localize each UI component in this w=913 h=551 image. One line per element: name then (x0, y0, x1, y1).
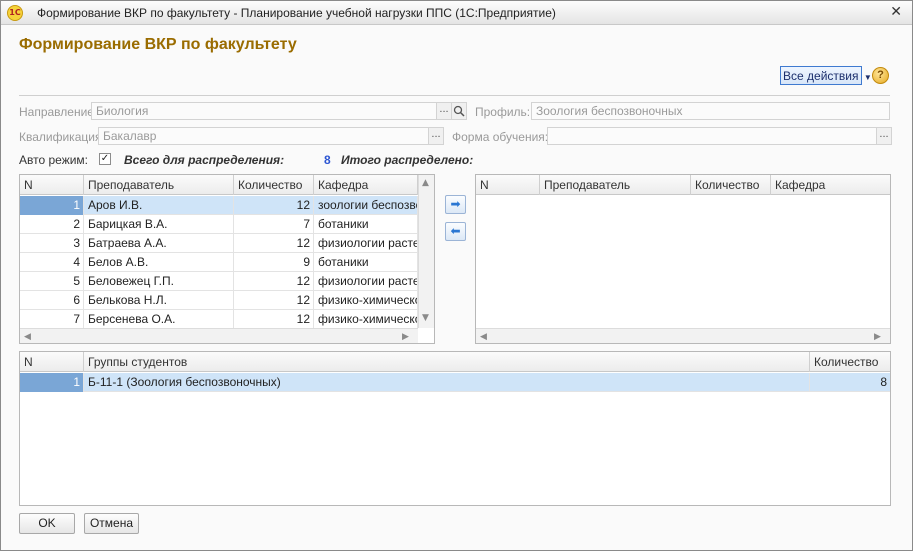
move-right-button[interactable]: ➡ (445, 195, 466, 214)
vertical-scrollbar[interactable]: ▲ ▼ (418, 175, 434, 328)
total-value: 8 (324, 153, 331, 167)
distributed-table: N Преподаватель Количество Кафедра ◀ ▶ (475, 174, 891, 344)
teacher-count: 9 (234, 253, 314, 272)
table-row[interactable]: 5Беловежец Г.П.12физиологии растений (20, 272, 418, 291)
column-header[interactable]: Кафедра (314, 175, 418, 195)
scroll-right-icon[interactable]: ▶ (402, 332, 409, 342)
row-number: 1 (20, 196, 84, 215)
table-row[interactable]: 2 Барицкая В.А. 7 ботаники (20, 215, 418, 234)
direction-label: Направление: (19, 105, 98, 119)
teacher-name: Белькова Н.Л. (84, 291, 234, 310)
arrow-left-icon: ⬅ (450, 224, 461, 238)
auto-mode-label: Авто режим: (19, 153, 89, 167)
teacher-department: физиологии растений (314, 234, 418, 253)
column-header[interactable]: Преподаватель (540, 175, 691, 195)
search-icon[interactable] (451, 102, 467, 120)
table-header: N Преподаватель Количество Кафедра (476, 175, 890, 195)
teacher-name: Белов А.В. (84, 253, 234, 272)
teacher-department: физико-химической биологии (314, 310, 418, 329)
direction-field[interactable]: Биология (91, 102, 437, 120)
move-left-button[interactable]: ⬅ (445, 222, 466, 241)
teacher-count: 7 (234, 215, 314, 234)
column-header[interactable]: N (476, 175, 540, 195)
row-number: 2 (20, 215, 84, 234)
teacher-name: Берсенева О.А. (84, 310, 234, 329)
study-form-field[interactable] (547, 127, 877, 145)
teacher-department: ботаники (314, 253, 418, 272)
row-number: 3 (20, 234, 84, 253)
cancel-button[interactable]: Отмена (84, 513, 139, 534)
teacher-name: Батраева А.А. (84, 234, 234, 253)
scroll-right-icon[interactable]: ▶ (874, 332, 881, 342)
chevron-down-icon: ▼ (863, 73, 872, 82)
teacher-count: 12 (234, 291, 314, 310)
teacher-department: физико-химической биологии (314, 291, 418, 310)
table-row[interactable]: 6Белькова Н.Л.12физико-химической биолог… (20, 291, 418, 310)
dialog-window: 1С Формирование ВКР по факультету - План… (0, 0, 913, 551)
scroll-up-icon[interactable]: ▲ (422, 178, 429, 188)
horizontal-scrollbar[interactable]: ◀ ▶ (20, 328, 418, 343)
table-row[interactable]: 7Берсенева О.А.12физико-химической биоло… (20, 310, 418, 329)
teacher-department: физиологии растений (314, 272, 418, 291)
column-header[interactable]: Количество (234, 175, 314, 195)
column-header[interactable]: Группы студентов (84, 352, 810, 372)
close-icon[interactable]: ✕ (890, 4, 902, 20)
student-groups-table: N Группы студентов Количество 1 Б-11-1 (… (19, 351, 891, 506)
column-header[interactable]: N (20, 352, 84, 372)
table-row[interactable]: 4 Белов А.В. 9 ботаники (20, 253, 418, 272)
group-name: Б-11-1 (Зоология беспозвоночных) (84, 373, 810, 392)
scroll-left-icon[interactable]: ◀ (24, 332, 31, 342)
form-title: Формирование ВКР по факультету (19, 36, 297, 53)
table-row[interactable]: 1 Б-11-1 (Зоология беспозвоночных) 8 (20, 373, 890, 392)
column-header[interactable]: Количество (691, 175, 771, 195)
help-icon[interactable]: ? (872, 67, 889, 84)
scroll-left-icon[interactable]: ◀ (480, 332, 487, 342)
direction-select-button[interactable]: ... (436, 102, 452, 120)
column-header[interactable]: Преподаватель (84, 175, 234, 195)
qualification-label: Квалификация: (19, 130, 105, 144)
teacher-department: зоологии беспозвоночных (314, 196, 418, 215)
scroll-down-icon[interactable]: ▼ (422, 313, 429, 323)
row-number: 7 (20, 310, 84, 329)
profile-label: Профиль: (475, 105, 531, 119)
teacher-count: 12 (234, 272, 314, 291)
distributed-label: Итого распределено: (341, 153, 474, 167)
study-form-select-button[interactable]: ... (876, 127, 892, 145)
row-number: 5 (20, 272, 84, 291)
table-row[interactable]: 3Батраева А.А.12физиологии растений (20, 234, 418, 253)
teacher-name: Аров И.В. (84, 196, 234, 215)
window-title: Формирование ВКР по факультету - Планиро… (37, 6, 556, 20)
all-actions-button[interactable]: Все действия ▼ (780, 66, 872, 85)
title-bar[interactable]: 1С Формирование ВКР по факультету - План… (1, 1, 912, 25)
total-label: Всего для распределения: (124, 153, 285, 167)
table-header: N Группы студентов Количество (20, 352, 890, 372)
profile-field[interactable]: Зоология беспозвоночных (531, 102, 890, 120)
row-number: 4 (20, 253, 84, 272)
column-header[interactable]: Кафедра (771, 175, 890, 195)
arrow-right-icon: ➡ (450, 197, 461, 211)
teacher-department: ботаники (314, 215, 418, 234)
auto-mode-checkbox[interactable]: ✓ (99, 153, 111, 165)
divider (19, 95, 890, 96)
teachers-table: N Преподаватель Количество Кафедра 1 Аров… (19, 174, 435, 344)
column-header[interactable]: N (20, 175, 84, 195)
teacher-name: Барицкая В.А. (84, 215, 234, 234)
qualification-field[interactable]: Бакалавр (98, 127, 429, 145)
group-count: 8 (880, 375, 887, 389)
all-actions-label: Все действия (783, 69, 859, 83)
teacher-count: 12 (234, 310, 314, 329)
ok-button[interactable]: OK (19, 513, 75, 534)
teacher-count: 12 (234, 196, 314, 215)
qualification-select-button[interactable]: ... (428, 127, 444, 145)
teacher-count: 12 (234, 234, 314, 253)
teacher-name: Беловежец Г.П. (84, 272, 234, 291)
table-row[interactable]: 1Аров И.В.12зоологии беспозвоночных (20, 196, 418, 215)
column-header[interactable]: Количество (810, 352, 890, 372)
row-number: 1 (20, 373, 84, 392)
app-logo-icon: 1С (7, 5, 23, 21)
row-number: 6 (20, 291, 84, 310)
study-form-label: Форма обучения: (452, 130, 549, 144)
table-header: N Преподаватель Количество Кафедра (20, 175, 434, 195)
horizontal-scrollbar[interactable]: ◀ ▶ (476, 328, 890, 343)
